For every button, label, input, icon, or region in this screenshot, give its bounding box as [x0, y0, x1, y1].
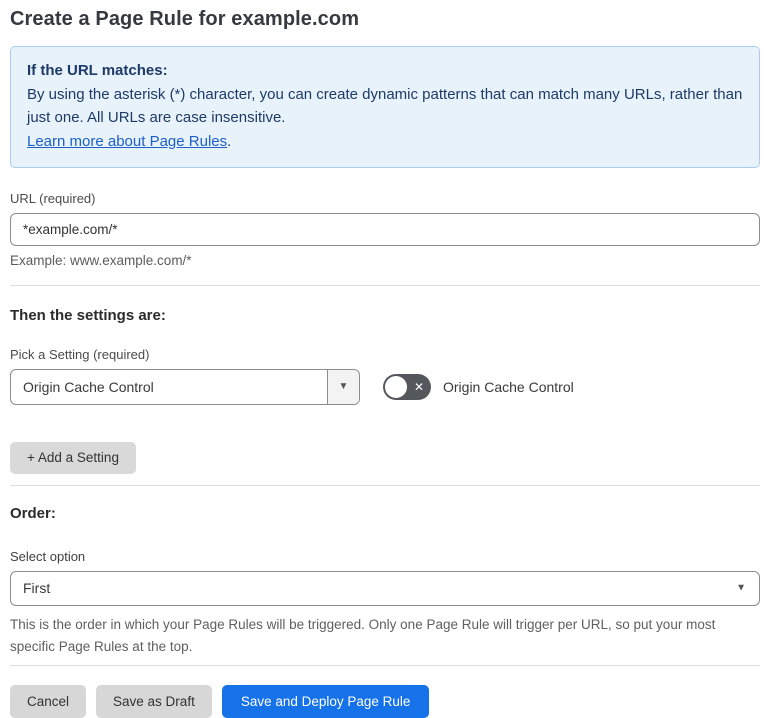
url-match-info-box: If the URL matches: By using the asteris…	[10, 46, 760, 168]
cancel-button[interactable]: Cancel	[10, 685, 87, 718]
order-select-value: First	[23, 580, 51, 597]
order-select-label: Select option	[10, 548, 86, 564]
chevron-down-icon: ▼	[736, 582, 746, 594]
page-rule-form: Create a Page Rule for example.com If th…	[0, 0, 770, 718]
chevron-down-icon: ▼	[338, 381, 349, 393]
setting-select-value: Origin Cache Control	[23, 378, 154, 395]
divider	[10, 484, 760, 486]
url-input[interactable]	[10, 212, 760, 246]
toggle-knob	[385, 375, 407, 398]
toggle-label: Origin Cache Control	[443, 378, 574, 395]
info-box-heading: If the URL matches:	[27, 62, 168, 79]
setting-row: Origin Cache Control ▼ ✕ Origin Cache Co…	[10, 368, 760, 405]
order-section-heading: Order:	[10, 504, 56, 522]
origin-cache-control-toggle[interactable]: ✕	[383, 373, 431, 400]
pick-setting-label: Pick a Setting (required)	[10, 346, 150, 362]
save-and-deploy-button[interactable]: Save and Deploy Page Rule	[221, 685, 430, 718]
toggle-off-x-icon: ✕	[413, 379, 424, 394]
divider	[10, 284, 760, 286]
info-box-link-line: Learn more about Page Rules.	[27, 130, 743, 154]
url-example-helper: Example: www.example.com/*	[10, 252, 192, 268]
add-setting-button[interactable]: + Add a Setting	[10, 441, 136, 474]
page-title: Create a Page Rule for example.com	[10, 8, 360, 30]
origin-cache-control-toggle-group: ✕ Origin Cache Control	[383, 373, 574, 400]
learn-more-link[interactable]: Learn more about Page Rules	[27, 133, 227, 150]
info-box-body: By using the asterisk (*) character, you…	[27, 85, 743, 127]
link-suffix: .	[227, 133, 232, 151]
setting-select[interactable]: Origin Cache Control ▼	[10, 368, 360, 405]
setting-select-caret-button[interactable]: ▼	[327, 369, 359, 404]
settings-section-heading: Then the settings are:	[10, 306, 166, 324]
footer-actions: Cancel Save as Draft Save and Deploy Pag…	[10, 685, 760, 718]
divider	[10, 665, 760, 667]
order-select[interactable]: First ▼	[10, 570, 760, 606]
url-field-label: URL (required)	[10, 190, 96, 206]
order-helper-text: This is the order in which your Page Rul…	[10, 616, 716, 654]
save-as-draft-button[interactable]: Save as Draft	[96, 685, 212, 718]
